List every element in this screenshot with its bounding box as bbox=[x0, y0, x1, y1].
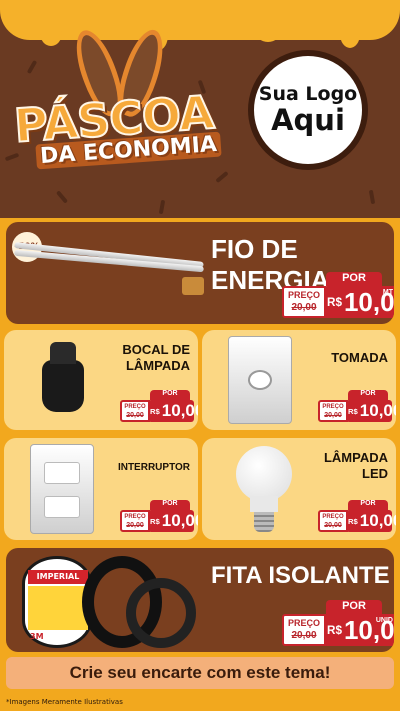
product-name-line2: LÂMPADA bbox=[125, 358, 190, 374]
product-name: FITA ISOLANTE bbox=[211, 562, 390, 589]
caramel-drip bbox=[340, 20, 360, 48]
switch-key-icon bbox=[44, 496, 80, 518]
tape-brand-sub: 3M bbox=[30, 632, 44, 641]
old-price-box: PREÇO 20,00 bbox=[120, 510, 150, 532]
logo-line2: Aqui bbox=[271, 103, 345, 138]
price-value: R$ 10,00 MT bbox=[324, 286, 394, 318]
price-value: R$ 10,00 bbox=[148, 510, 198, 532]
switch-image bbox=[30, 444, 94, 534]
preco-label: PREÇO bbox=[322, 514, 344, 520]
currency: R$ bbox=[348, 406, 358, 416]
preco-label: PREÇO bbox=[124, 514, 146, 520]
old-price: 20,00 bbox=[126, 522, 144, 529]
tape-brand: IMPERIAL bbox=[28, 570, 88, 584]
led-bulb-image bbox=[236, 446, 292, 502]
sprinkle bbox=[4, 152, 20, 162]
price: 10,00 bbox=[359, 511, 396, 530]
currency: R$ bbox=[327, 295, 342, 309]
por-label: POR bbox=[348, 500, 388, 510]
tape-label-icon bbox=[28, 586, 88, 630]
price-tag: POR PREÇO 20,00 R$ 10,00 bbox=[120, 500, 198, 534]
price: 10,00 bbox=[161, 511, 198, 530]
old-price: 20,00 bbox=[324, 412, 342, 419]
product-card-lampada: LÂMPADA LED POR PREÇO 20,00 R$ 10,00 bbox=[202, 438, 396, 540]
tape-roll-image bbox=[126, 578, 196, 648]
sprinkle bbox=[368, 189, 376, 205]
lamp-socket-image bbox=[50, 342, 76, 364]
preco-label: PREÇO bbox=[124, 404, 146, 410]
logo-placeholder: Sua Logo Aqui bbox=[248, 50, 368, 170]
product-name-line1: LÂMPADA bbox=[323, 450, 388, 465]
price-value: R$ 10,00 bbox=[148, 400, 198, 422]
por-label: POR bbox=[348, 390, 388, 400]
preco-label: PREÇO bbox=[322, 404, 344, 410]
price-value: R$ 10,00 UNID bbox=[324, 614, 394, 646]
outlet-socket-icon bbox=[248, 370, 272, 390]
bulb-base-icon bbox=[254, 512, 274, 532]
old-price-box: PREÇO 20,00 bbox=[282, 614, 326, 646]
product-card-tomada: TOMADA POR PREÇO 20,00 R$ 10,00 bbox=[202, 330, 396, 430]
cta-banner[interactable]: Crie seu encarte com este tema! bbox=[6, 657, 394, 689]
price: 10,00 bbox=[161, 401, 198, 420]
unit: UNID bbox=[375, 617, 393, 624]
por-label: POR bbox=[326, 600, 382, 614]
price-value: R$ 10,00 bbox=[346, 510, 396, 532]
product-name: INTERRUPTOR bbox=[117, 462, 190, 473]
currency: R$ bbox=[150, 516, 160, 526]
price-value: R$ 10,00 bbox=[346, 400, 396, 422]
product-name: LÂMPADA LED bbox=[324, 450, 388, 483]
lamp-socket-image bbox=[42, 360, 84, 412]
price-tag: POR PREÇO 20,00 R$ 10,00 MT bbox=[282, 272, 394, 320]
header-banner: PÁSCOA DA ECONOMIA Sua Logo Aqui bbox=[0, 0, 400, 218]
price-tag: POR PREÇO 20,00 R$ 10,00 bbox=[318, 500, 396, 534]
sprinkle bbox=[158, 199, 166, 215]
preco-label: PREÇO bbox=[287, 290, 320, 300]
old-price: 20,00 bbox=[324, 522, 342, 529]
old-price: 20,00 bbox=[291, 630, 317, 641]
product-card-bocal: BOCAL DE LÂMPADA POR PREÇO 20,00 R$ 10,0… bbox=[4, 330, 198, 430]
currency: R$ bbox=[327, 623, 342, 637]
product-name-line2: LED bbox=[362, 466, 388, 482]
preco-label: PREÇO bbox=[287, 618, 320, 628]
price: 10,00 bbox=[359, 401, 396, 420]
product-card-interruptor: INTERRUPTOR POR PREÇO 20,00 R$ 10,00 bbox=[4, 438, 198, 540]
sprinkle bbox=[215, 170, 229, 184]
sprinkle bbox=[55, 190, 69, 204]
old-price-box: PREÇO 20,00 bbox=[282, 286, 326, 318]
old-price: 20,00 bbox=[291, 302, 317, 313]
sprinkle bbox=[26, 59, 38, 75]
por-label: POR bbox=[326, 272, 382, 286]
price-tag: POR PREÇO 20,00 R$ 10,00 UNID bbox=[282, 600, 394, 648]
caramel-drip bbox=[40, 20, 62, 46]
price-tag: POR PREÇO 20,00 R$ 10,00 bbox=[318, 390, 396, 424]
wire-end-icon bbox=[182, 277, 204, 295]
logo-line1: Sua Logo bbox=[258, 83, 358, 106]
product-name: BOCAL DE LÂMPADA bbox=[122, 342, 190, 375]
caramel-drip bbox=[255, 20, 281, 42]
currency: R$ bbox=[348, 516, 358, 526]
old-price-box: PREÇO 20,00 bbox=[318, 510, 348, 532]
old-price-box: PREÇO 20,00 bbox=[120, 400, 150, 422]
footnote: *Imagens Meramente Ilustrativas bbox=[6, 698, 123, 706]
switch-key-icon bbox=[44, 462, 80, 484]
price-tag: POR PREÇO 20,00 R$ 10,00 bbox=[120, 390, 198, 424]
product-name-line1: BOCAL DE bbox=[122, 342, 190, 357]
product-card-fio: -50% FIO DE ENERGIA POR PREÇO 20,00 R$ 1… bbox=[6, 222, 394, 324]
por-label: POR bbox=[150, 500, 190, 510]
old-price-box: PREÇO 20,00 bbox=[318, 400, 348, 422]
por-label: POR bbox=[150, 390, 190, 400]
unit: MT bbox=[382, 289, 393, 296]
led-bulb-image bbox=[250, 496, 278, 512]
product-name: TOMADA bbox=[331, 350, 388, 365]
product-card-fita: IMPERIAL 3M FITA ISOLANTE POR PREÇO 20,0… bbox=[6, 548, 394, 652]
old-price: 20,00 bbox=[126, 412, 144, 419]
currency: R$ bbox=[150, 406, 160, 416]
